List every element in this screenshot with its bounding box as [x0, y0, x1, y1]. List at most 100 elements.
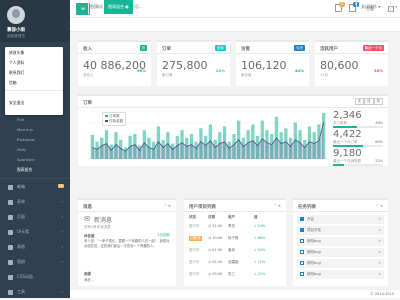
orders-panel: 订单 天月年 订单数 付款金额 2,346 总订单数 48% 4,422 最近一个月订单… — [78, 94, 388, 166]
tab-scroll-right[interactable]: » — [390, 0, 400, 14]
orders-title: 订单 — [83, 101, 92, 106]
sublink-sparkline[interactable]: Sparkline — [17, 157, 35, 162]
sublink-morris[interactable]: Morris.js — [17, 127, 33, 132]
collapse-icon[interactable]: ⌃ ✕ — [164, 204, 171, 208]
stat-card-percent: 38% — [373, 68, 383, 73]
row-date: ◷ 10:40 — [208, 236, 222, 240]
chevron-left-icon: ‹ — [61, 259, 63, 264]
task-checkbox[interactable] — [300, 272, 304, 276]
task-checkbox[interactable] — [300, 261, 304, 265]
row-date-text: 10:40 — [212, 236, 223, 240]
stat-card-value: 275,800 — [162, 59, 208, 72]
stat-card-sub: 总收入 — [83, 73, 94, 77]
tasks-title: 任务列表 — [298, 205, 316, 210]
order-stat-value: 4,422 — [333, 129, 362, 140]
range-year-button[interactable]: 年 — [373, 98, 383, 105]
row-value: ϟ 12% — [254, 260, 265, 264]
chevron-left-icon: ‹ — [61, 229, 63, 234]
bolt-icon: ϟ — [254, 272, 257, 276]
row-value-text: 54% — [257, 248, 266, 252]
legend-amount: 付款金额 — [105, 119, 123, 124]
remove-icon[interactable]: ✕ — [378, 239, 381, 243]
profile-role[interactable]: 超级管理员 — [7, 34, 25, 39]
stat-card-divider — [78, 53, 151, 54]
collapse-icon[interactable]: ⌃ ✕ — [376, 204, 383, 208]
remove-icon[interactable]: ✕ — [378, 250, 381, 254]
tab-bar — [70, 18, 400, 32]
row-user: 武媚娘 — [228, 260, 239, 264]
row-date-text: 11:20 — [212, 224, 223, 228]
stat-card-sub: 新订单 — [162, 73, 173, 77]
task-label: 修改bug — [307, 261, 321, 265]
stat-card-value: 106,120 — [241, 59, 287, 72]
message-body: 有人说："一辈子很长，要跟一个有趣的人在一起"，我想对女朋友说，这是我们最后一次… — [84, 239, 170, 248]
task-item[interactable]: 修改bug ✕ — [297, 248, 384, 257]
task-item[interactable]: 开会 ✕ — [297, 215, 384, 224]
tab-chart-combo[interactable]: 图表组合 ● — [104, 0, 133, 14]
sublink-chart-combo[interactable]: 图表组合 — [17, 167, 32, 173]
nav-label: 邮箱 — [17, 184, 25, 189]
remove-icon[interactable]: ✕ — [378, 261, 381, 265]
row-date: ◷ 09:40 — [208, 272, 222, 276]
nav-tables[interactable]: 表格 ‹ — [0, 240, 70, 255]
remove-icon[interactable]: ✕ — [378, 228, 381, 232]
task-item[interactable]: 修改bug ✕ — [297, 259, 384, 268]
task-checkbox[interactable] — [300, 228, 304, 232]
dropdown-logout[interactable]: 安全退出 — [9, 100, 24, 106]
range-button-group: 天月年 — [354, 98, 383, 105]
remove-icon[interactable]: ✕ — [378, 217, 381, 221]
profile-name[interactable]: 慕容小雨 — [7, 27, 25, 33]
chevron-left-icon: ‹ — [61, 214, 63, 219]
task-item[interactable]: 项目开发 ✕ — [297, 226, 384, 235]
copyright: © 2014-2015 — [370, 292, 394, 296]
tab-close-operations[interactable]: 关闭操作 ▾ — [356, 0, 384, 14]
task-item[interactable]: 修改bug ✕ — [297, 270, 384, 279]
edit-icon — [8, 200, 13, 205]
bolt-icon: ϟ — [254, 248, 257, 252]
envelope-icon — [8, 185, 13, 190]
task-checkbox[interactable] — [300, 250, 304, 254]
task-item[interactable]: 修改bug ✕ — [297, 237, 384, 246]
task-label: 修改bug — [307, 272, 321, 276]
task-checkbox[interactable] — [300, 239, 304, 243]
dropdown-profile[interactable]: 个人资料 — [9, 60, 24, 66]
clock-icon: ◷ — [208, 224, 212, 228]
nav-pages[interactable]: 页面 ‹ — [0, 210, 70, 225]
remove-icon[interactable]: ✕ — [378, 272, 381, 276]
row-status: 进行中 — [189, 260, 200, 264]
order-stat-percent: 48% — [375, 121, 383, 125]
clock-icon: ◷ — [208, 236, 212, 240]
task-label: 修改bug — [307, 250, 321, 254]
picture-icon — [8, 260, 13, 265]
sublink-peity[interactable]: Peity — [17, 147, 26, 152]
table-header: 状态 — [189, 215, 196, 219]
nav-ui-elements[interactable]: UI元素 ‹ — [0, 225, 70, 240]
sublink-rickshaw[interactable]: Rickshaw — [17, 137, 35, 142]
nav-forms[interactable]: 表单 ‹ — [0, 195, 70, 210]
stat-card: 访客 今天 106,120 44% 新访客 — [236, 40, 309, 86]
collapse-icon[interactable]: ⌃ ✕ — [274, 204, 281, 208]
row-date: ◷ 01:30 — [208, 248, 222, 252]
range-day-button[interactable]: 天 — [354, 98, 364, 105]
dropdown-contact[interactable]: 联系我们 — [9, 70, 24, 76]
nav-css-animation[interactable]: CSS动画 — [0, 270, 70, 285]
stat-card-percent: 44% — [294, 68, 304, 73]
avatar[interactable] — [7, 6, 25, 24]
range-month-button[interactable]: 月 — [364, 98, 374, 105]
sublink-flot[interactable]: Flot — [17, 117, 24, 122]
table-header: 日期 — [208, 215, 215, 219]
nav-mailbox[interactable]: 邮箱 16 — [0, 180, 70, 195]
stat-card-value: 80,600 — [320, 59, 359, 72]
tab-home[interactable]: 首页 — [86, 0, 102, 14]
orders-divider — [78, 107, 388, 108]
order-stat-percent: 60% — [375, 140, 383, 144]
message-time: 1分钟前 — [157, 233, 170, 237]
dropdown-mail[interactable]: 信箱 — [9, 80, 17, 86]
row-user: 徐子默 — [228, 236, 239, 240]
dropdown-change-avatar[interactable]: 修改头像 — [9, 50, 24, 56]
message-author[interactable]: 谢娜 — [84, 272, 91, 277]
desktop-icon — [8, 215, 13, 220]
nav-gallery[interactable]: 相册 ‹ — [0, 255, 70, 270]
task-checkbox[interactable] — [300, 217, 304, 221]
row-date: ◷ 02:20 — [208, 260, 222, 264]
